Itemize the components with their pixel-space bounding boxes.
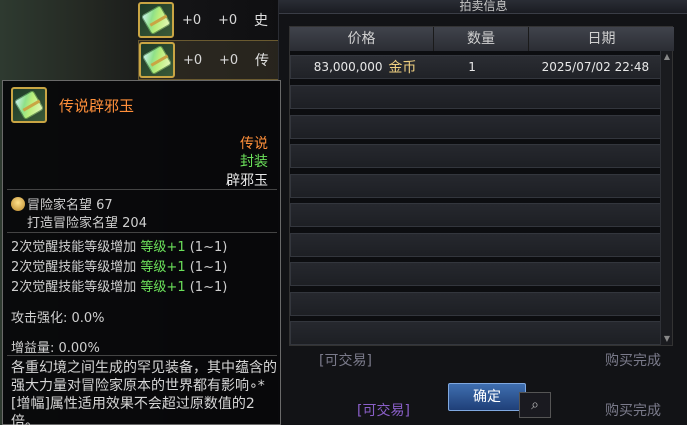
fame-value: 67 — [96, 198, 113, 213]
skill-text: 2次觉醒技能等级增加 — [11, 260, 137, 275]
divider — [7, 232, 277, 233]
jade-item-icon — [11, 87, 47, 123]
amplify-value: +0 — [218, 12, 238, 28]
scroll-up-icon[interactable]: ▲ — [661, 51, 673, 63]
table-row[interactable]: 83,000,000 金币 1 2025/07/02 22:48 — [290, 55, 670, 79]
skill-line: 2次觉醒技能等级增加 等级+1 (1~1) — [11, 256, 227, 275]
table-row — [290, 233, 670, 257]
craft-fame-label: 打造冒险家名望 — [27, 216, 119, 231]
quantity-value: 1 — [468, 60, 476, 74]
table-row — [290, 262, 670, 286]
item-type: 辟邪玉 — [226, 173, 268, 189]
fame-medal-icon — [11, 197, 25, 211]
skill-text: 2次觉醒技能等级增加 — [11, 280, 137, 295]
seal-label: 封装 — [240, 154, 268, 170]
tooltip-header: 传说辟邪玉 — [11, 87, 271, 131]
table-row — [290, 292, 670, 316]
price-history-table: 价格 数量 日期 83,000,000 金币 1 2025/07/02 22:4… — [289, 26, 674, 346]
ghost-item-name: [可交易] — [357, 403, 410, 419]
jade-item-icon — [139, 42, 175, 78]
table-row — [290, 85, 670, 109]
skill-bonus: 等级+1 — [140, 280, 186, 295]
date-value: 2025/07/02 22:48 — [541, 60, 650, 74]
craft-fame-line: 打造冒险家名望 204 — [27, 212, 147, 231]
column-date: 日期 — [529, 27, 674, 51]
item-description: 各重幻境之间生成的罕见装备，其中蕴含的强大力量对冒险家原本的世界都有影响∘*[增… — [11, 360, 277, 425]
item-name: 史 — [254, 13, 268, 29]
ghost-status: 购买完成 — [605, 353, 661, 369]
divider — [7, 189, 277, 190]
skill-bonus: 等级+1 — [140, 240, 186, 255]
jade-item-icon — [138, 2, 174, 38]
reinforce-value: +0 — [183, 52, 203, 68]
skill-bonus: 等级+1 — [140, 260, 186, 275]
item-tooltip: 传说辟邪玉 传说 封装 辟邪玉 冒险家名望 67 打造冒险家名望 204 2次觉… — [2, 80, 281, 425]
attack-enhance: 攻击强化: 0.0% — [11, 311, 105, 326]
skill-line: 2次觉醒技能等级增加 等级+1 (1~1) — [11, 236, 227, 255]
column-price: 价格 — [290, 27, 434, 51]
table-row — [290, 144, 670, 168]
item-name: 传说辟邪玉 — [59, 97, 135, 115]
table-header: 价格 数量 日期 — [290, 27, 674, 51]
tradable-tag: [可交易] — [319, 353, 372, 369]
fame-line: 冒险家名望 67 — [11, 194, 113, 213]
table-row — [290, 321, 670, 345]
confirm-button[interactable]: 确定 — [448, 383, 526, 411]
table-row — [290, 174, 670, 198]
purchase-status: 购买完成 — [605, 403, 661, 419]
panel-title: 拍卖信息 — [279, 0, 687, 14]
fame-label: 冒险家名望 — [27, 198, 93, 213]
scroll-down-icon[interactable]: ▼ — [661, 333, 673, 345]
table-row — [290, 203, 670, 227]
auction-info-panel: 拍卖信息 价格 数量 日期 83,000,000 金币 1 2025/07/02… — [278, 0, 687, 425]
column-quantity: 数量 — [434, 27, 529, 51]
skill-text: 2次觉醒技能等级增加 — [11, 240, 137, 255]
gain-value: 增益量: 0.00% — [11, 341, 100, 356]
craft-fame-value: 204 — [122, 216, 147, 231]
skill-range: (1~1) — [189, 260, 228, 275]
search-icon[interactable]: ⌕ — [519, 392, 551, 418]
divider — [7, 355, 277, 356]
ghost-row-text: [可交易] — [319, 350, 372, 370]
table-row — [290, 115, 670, 139]
table-scrollbar[interactable]: ▲ ▼ — [660, 51, 672, 345]
currency-label: 金币 — [388, 60, 417, 76]
price-value: 83,000,000 — [313, 60, 383, 74]
skill-range: (1~1) — [189, 240, 228, 255]
item-name: 传 — [255, 53, 269, 69]
reinforce-value: +0 — [182, 12, 202, 28]
amplify-value: +0 — [219, 52, 239, 68]
skill-range: (1~1) — [189, 280, 228, 295]
list-item[interactable]: +0 +0 史 — [138, 0, 298, 40]
skill-line: 2次觉醒技能等级增加 等级+1 (1~1) — [11, 276, 227, 295]
list-item-selected[interactable]: +0 +0 传 — [138, 40, 298, 80]
rarity-label: 传说 — [240, 136, 268, 152]
